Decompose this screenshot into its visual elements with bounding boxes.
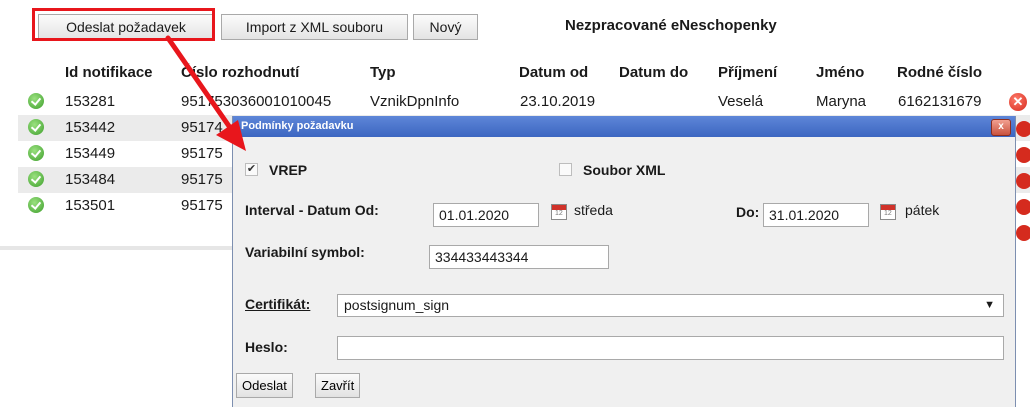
highlight-arrow (165, 35, 246, 151)
